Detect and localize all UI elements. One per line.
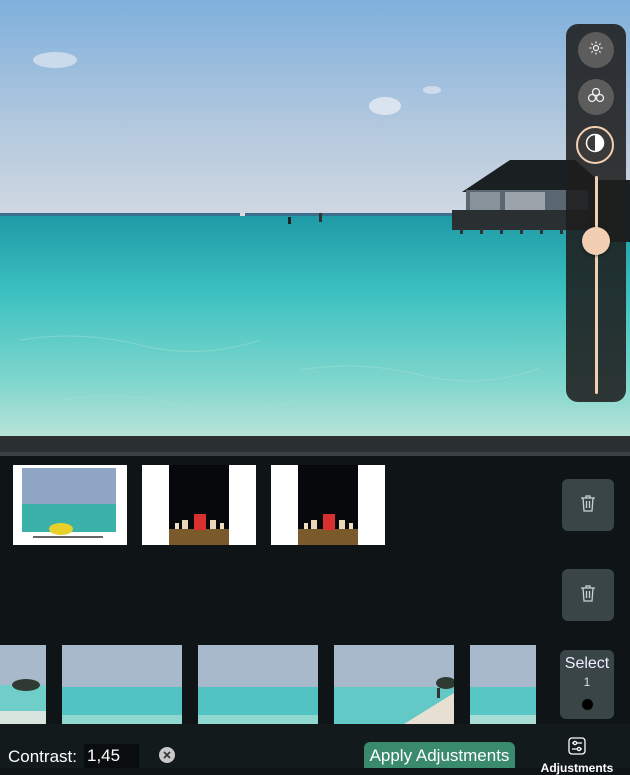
trash-icon xyxy=(580,494,596,517)
selected-thumbnail[interactable] xyxy=(142,465,256,545)
trash-icon xyxy=(580,584,596,607)
select-count: 1 xyxy=(583,675,591,689)
selection-dot xyxy=(582,699,593,710)
close-icon xyxy=(163,746,171,764)
filmstrip-photo[interactable] xyxy=(62,645,182,724)
contrast-slider-track[interactable] xyxy=(595,176,598,394)
clear-button[interactable] xyxy=(159,747,175,763)
brightness-tool-button[interactable] xyxy=(578,32,614,68)
filmstrip-photo[interactable] xyxy=(470,645,536,724)
select-button-label: Select xyxy=(564,655,610,672)
adjustments-tab-label: Adjustments xyxy=(540,761,614,775)
contrast-icon xyxy=(585,133,605,158)
contrast-value-field[interactable]: 1,45 xyxy=(84,744,139,768)
selected-thumbnail[interactable] xyxy=(271,465,385,545)
delete-all-button[interactable] xyxy=(562,569,614,621)
panel-divider xyxy=(0,436,630,456)
sun-icon xyxy=(589,41,603,60)
contrast-label: Contrast: xyxy=(8,747,77,766)
contrast-slider-thumb[interactable] xyxy=(582,227,610,256)
adjustments-tab[interactable]: Adjustments xyxy=(540,736,614,775)
selected-thumbnail[interactable] xyxy=(13,465,127,545)
main-photo xyxy=(0,0,630,436)
adjustment-tools-panel xyxy=(566,24,626,402)
color-tool-button[interactable] xyxy=(578,79,614,115)
select-button[interactable]: Select 1 xyxy=(560,650,614,719)
contrast-tool-button[interactable] xyxy=(576,126,614,164)
color-circles-icon xyxy=(587,87,605,108)
filmstrip-photo[interactable] xyxy=(334,645,454,724)
apply-adjustments-button[interactable]: Apply Adjustments xyxy=(364,742,515,768)
sliders-icon xyxy=(568,737,586,760)
delete-button[interactable] xyxy=(562,479,614,531)
bottom-toolbar: Contrast: 1,45 Apply Adjustments Adjustm… xyxy=(0,724,630,775)
filmstrip-photo[interactable] xyxy=(198,645,318,724)
filmstrip-photo[interactable] xyxy=(0,645,46,724)
